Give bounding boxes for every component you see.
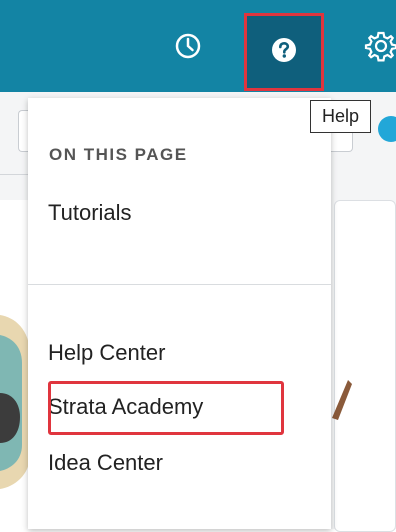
menu-item-help-center[interactable]: Help Center: [48, 340, 165, 366]
background-card-right: [334, 200, 396, 532]
question-circle-icon: [270, 36, 298, 69]
gear-icon: [364, 29, 396, 68]
help-button[interactable]: [244, 13, 324, 91]
background-divider: [0, 174, 30, 175]
background-illustration-right: [330, 370, 354, 435]
settings-button[interactable]: [364, 28, 396, 68]
history-button[interactable]: [168, 28, 208, 68]
menu-divider: [28, 284, 331, 285]
strata-academy-highlight: [48, 381, 284, 435]
menu-item-idea-center[interactable]: Idea Center: [48, 450, 163, 476]
help-tooltip: Help: [310, 100, 371, 133]
section-title-on-this-page: ON THIS PAGE: [49, 145, 188, 164]
menu-item-tutorials[interactable]: Tutorials: [48, 200, 132, 226]
clock-icon: [173, 31, 203, 66]
background-illustration-left: [0, 305, 30, 500]
